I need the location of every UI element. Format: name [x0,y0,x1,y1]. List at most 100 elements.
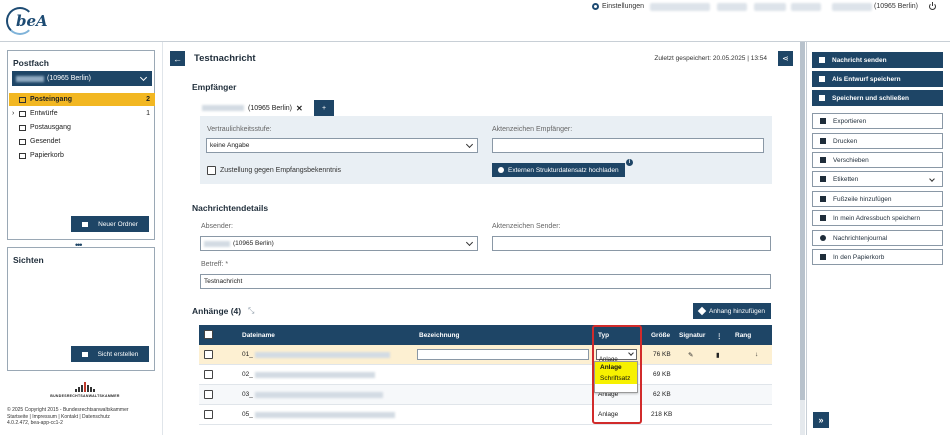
col-sig[interactable]: Signatur [679,332,705,339]
ack-checkbox[interactable] [207,166,216,175]
row-checkbox[interactable] [204,410,213,419]
mailbox-panel: Postfach (10965 Berlin) Posteingang 2 › … [7,50,155,240]
add-recipient-button[interactable]: + [314,100,334,116]
arrow-down-icon[interactable]: ↓ [755,351,758,358]
col-size[interactable]: Größe [651,332,670,339]
settings-label: Einstellungen [602,3,645,10]
info-icon[interactable]: i [626,159,633,166]
table-row[interactable]: 02_ 69 KB [199,365,772,385]
select-all-checkbox[interactable] [204,330,213,339]
confidentiality-select[interactable]: keine Angabe [206,138,478,153]
export-button[interactable]: Exportieren [812,113,943,129]
create-view-label: Sicht erstellen [97,350,139,358]
sender-select[interactable]: (10965 Berlin) [200,236,478,251]
action-label: In den Papierkorb [833,253,885,261]
save-icon [819,76,825,82]
table-row[interactable]: 01_ Anlage 76 KB ✎ ▮ ↓ [199,345,772,365]
bea-logo[interactable]: beA [6,6,52,36]
action-label: Verschieben [833,156,869,164]
folder-papierkorb[interactable]: Papierkorb [9,149,155,162]
save-close-button[interactable]: Speichern und schließen [812,90,943,106]
row-checkbox[interactable] [204,370,213,379]
ref-sender-input[interactable] [492,236,771,251]
file-size: 69 KB [653,371,671,378]
recipient-label: (10965 Berlin) [248,104,292,112]
sign-icon[interactable]: ✎ [688,351,693,359]
labels-button[interactable]: Etiketten [812,171,943,187]
print-icon [820,138,826,144]
settings-link[interactable]: Einstellungen [592,3,644,10]
redacted-filename [255,412,395,418]
add-attachment-button[interactable]: Anhang hinzufügen [693,303,772,319]
message-title: Testnachricht [194,53,256,64]
col-menu-icon[interactable]: ⋮ [716,332,723,340]
folder-label: Entwürfe [30,110,58,117]
mailbox-label: (10965 Berlin) [47,75,91,82]
move-to-trash-button[interactable]: In den Papierkorb [812,249,943,265]
sender-value: (10965 Berlin) [233,240,274,247]
paperclip-icon [697,306,707,316]
table-header: Dateiname Bezeichnung Typ Größe Signatur… [199,325,772,345]
send-icon [819,57,825,63]
save-draft-button[interactable]: Als Entwurf speichern [812,71,943,87]
remove-recipient-icon[interactable]: ✕ [296,104,303,113]
message-header: ← Testnachricht Zuletzt gespeichert: 20.… [170,50,795,68]
file-prefix: 05_ [242,411,253,418]
ref-recipient-input[interactable] [492,138,764,153]
col-desc[interactable]: Bezeichnung [419,332,459,339]
redacted-field [717,3,747,11]
print-button[interactable]: Drucken [812,133,943,149]
plus-circle-icon [498,167,504,173]
logout-icon[interactable] [929,1,936,10]
folder-posteingang[interactable]: Posteingang 2 [9,93,155,106]
collapse-icon[interactable]: ⤡ [248,306,254,316]
mailbox-select[interactable]: (10965 Berlin) [12,71,152,86]
folder-entwuerfe[interactable]: › Entwürfe 1 [9,107,155,120]
folder-label: Posteingang [30,96,73,103]
send-message-button[interactable]: Nachricht senden [812,52,943,68]
redacted-field [754,3,786,11]
recipient-chip: (10965 Berlin) ✕ [202,101,303,115]
back-button[interactable]: ← [170,51,185,66]
chevron-right-icon[interactable]: › [12,110,14,117]
table-row[interactable]: 03_ Anlage 62 KB [199,385,772,405]
ref-sender-label: Aktenzeichen Sender: [492,223,561,230]
column-divider [162,42,163,435]
col-file[interactable]: Dateiname [242,332,275,339]
redacted-user-name [650,3,710,11]
file-prefix: 03_ [242,391,253,398]
message-journal-button[interactable]: Nachrichtenjournal [812,230,943,246]
subject-label: Betreff: * [201,261,229,268]
action-label: Drucken [833,137,858,145]
share-button[interactable]: ⋖ [778,51,793,66]
logo-text: beA [16,12,48,30]
create-view-button[interactable]: Sicht erstellen [71,346,149,362]
row-checkbox[interactable] [204,350,213,359]
move-button[interactable]: Verschieben [812,152,943,168]
row-checkbox[interactable] [204,390,213,399]
upload-structured-data-button[interactable]: Externen Strukturdatensatz hochladen [492,163,625,177]
redacted-mailbox-owner [16,75,44,82]
trash-icon[interactable]: ▮ [716,351,720,359]
description-input[interactable] [417,349,589,360]
new-folder-button[interactable]: Neuer Ordner [71,216,149,232]
table-row[interactable]: 05_ Anlage 218 KB [199,405,772,425]
brak-name: BUNDESRECHTSANWALTSKAMMER [50,394,120,398]
folder-postausgang[interactable]: Postausgang [9,121,155,134]
col-rank[interactable]: Rang [735,332,751,339]
user-location[interactable]: (10965 Berlin) [874,3,918,10]
tag-icon [820,176,826,182]
save-addressbook-button[interactable]: In mein Adressbuch speichern [812,210,943,226]
subject-input[interactable]: Testnachricht [200,274,771,289]
folder-gesendet[interactable]: Gesendet [9,135,155,148]
upload-label: Externen Strukturdatensatz hochladen [508,166,619,174]
trash-icon [19,152,26,159]
scrollbar-thumb[interactable] [800,42,805,400]
chevron-down-icon [929,176,935,182]
attachments-title: Anhänge (4) [192,306,242,316]
edit-icon [19,110,26,117]
expand-panel-button[interactable]: » [813,412,829,428]
redacted-filename [255,372,375,378]
add-footer-button[interactable]: Fußzeile hinzufügen [812,191,943,207]
last-saved: Zuletzt gespeichert: 20.05.2025 | 13:54 [654,55,767,62]
